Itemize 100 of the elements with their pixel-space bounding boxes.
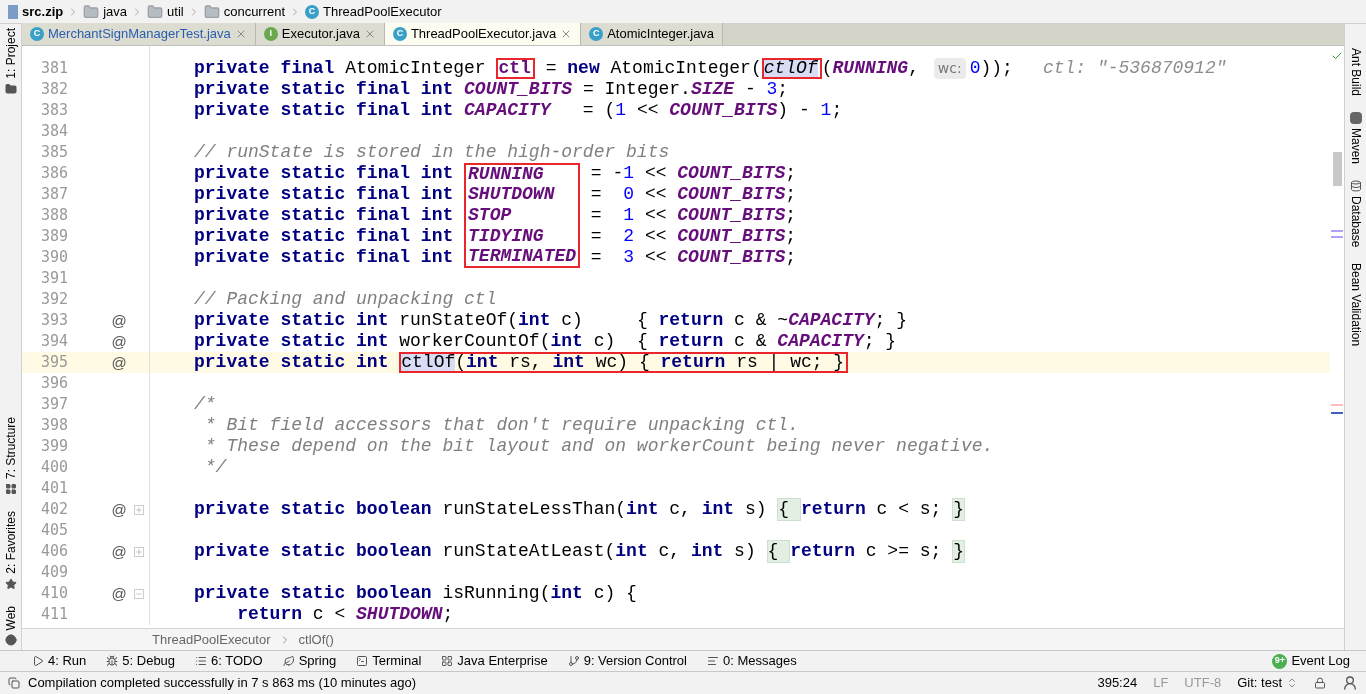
code-constant: SHUTDOWN xyxy=(468,184,555,205)
override-marker[interactable]: @ xyxy=(111,355,127,370)
code-text: ( xyxy=(455,354,467,371)
line-number: 397 xyxy=(39,394,68,416)
code-text: AtomicInteger xyxy=(344,58,487,79)
run-icon xyxy=(32,655,44,667)
tool-window-button[interactable]: 6: TODO xyxy=(195,651,263,671)
code-keyword: private static boolean xyxy=(194,541,432,562)
status-icon[interactable] xyxy=(8,677,20,689)
folder-icon xyxy=(147,3,164,20)
line-number: 405 xyxy=(39,520,68,542)
code-text: = - xyxy=(589,163,624,184)
code-field: ctl xyxy=(498,60,531,77)
editor-tab[interactable]: C AtomicInteger.java xyxy=(581,23,724,45)
override-marker[interactable]: @ xyxy=(111,334,127,349)
tool-window-button[interactable]: Spring xyxy=(282,651,337,671)
code-constant: COUNT_BITS xyxy=(669,100,778,121)
tool-window-button[interactable]: 9: Version Control xyxy=(567,651,687,671)
code-text: c < s; xyxy=(875,499,943,520)
breadcrumb-item[interactable]: ctlOf() xyxy=(298,629,334,650)
error-stripe-mark xyxy=(1331,412,1343,414)
tool-window-tab[interactable]: 2: Favorites xyxy=(0,510,21,590)
fold-plus-icon[interactable] xyxy=(133,546,144,557)
editor-tab[interactable]: C ThreadPoolExecutor.java xyxy=(384,23,582,45)
code-number: 1 xyxy=(615,100,627,121)
code-keyword: private static final int xyxy=(194,79,455,100)
code-keyword: private static final int xyxy=(194,205,455,226)
editor-tab[interactable]: I Executor.java xyxy=(255,23,385,45)
line-number: 410 xyxy=(39,583,68,605)
code-number: 2 xyxy=(623,226,635,247)
nav-crumb[interactable]: java xyxy=(83,1,128,22)
tool-window-tab[interactable]: Ant Build xyxy=(1346,48,1365,97)
code-text: = Integer. xyxy=(581,79,691,100)
code-constant: TIDYING xyxy=(468,226,544,247)
code-text: = xyxy=(589,184,603,205)
error-stripe-mark xyxy=(1331,230,1343,232)
code-text: c, xyxy=(657,541,682,562)
code-comment: * These depend on the bit layout and on workerCount being never negative. xyxy=(203,436,994,457)
code-number: 1 xyxy=(623,163,635,184)
override-marker[interactable]: @ xyxy=(111,586,127,601)
fold-plus-icon[interactable] xyxy=(133,504,144,515)
code-text: rs | wc; } xyxy=(735,354,845,371)
code-keyword: int xyxy=(466,354,499,371)
code-text: c < xyxy=(311,604,347,625)
code-text: isRunning( xyxy=(441,583,551,604)
line-number: 383 xyxy=(39,100,68,122)
folded-brace: } xyxy=(952,540,965,563)
nav-crumb[interactable]: C ThreadPoolExecutor xyxy=(305,1,442,22)
tool-window-button[interactable]: 5: Debug xyxy=(106,651,176,671)
code-keyword: int xyxy=(550,583,583,604)
line-number: 395 xyxy=(39,352,68,374)
override-marker[interactable]: @ xyxy=(111,502,127,517)
scrollbar-thumb[interactable] xyxy=(1332,152,1342,186)
code-text: c & xyxy=(733,331,768,352)
code-constant: CAPACITY xyxy=(464,100,551,121)
line-number: 393 xyxy=(39,310,68,332)
breadcrumb-item[interactable]: ThreadPoolExecutor xyxy=(152,629,271,650)
folded-brace: { xyxy=(777,498,801,521)
nav-crumb[interactable]: util xyxy=(147,1,184,22)
inspector-icon[interactable] xyxy=(1342,675,1358,691)
tool-window-tab[interactable]: Bean Validation xyxy=(1346,263,1365,347)
tool-window-button[interactable]: 4: Run xyxy=(32,651,87,671)
enterprise-icon xyxy=(441,655,454,667)
line-number: 381 xyxy=(39,58,68,80)
lock-icon[interactable] xyxy=(1314,677,1326,689)
line-number: 382 xyxy=(39,79,68,101)
code-text: = xyxy=(589,205,603,226)
nav-crumb[interactable]: concurrent xyxy=(203,1,286,22)
tool-window-tab[interactable]: Web xyxy=(0,605,21,646)
line-number: 398 xyxy=(39,415,68,437)
tool-window-tab[interactable]: 1: Project xyxy=(0,28,21,95)
override-marker[interactable]: @ xyxy=(111,313,127,328)
code-text: << xyxy=(643,226,668,247)
tool-window-tab[interactable]: Maven xyxy=(1346,112,1365,165)
debug-icon xyxy=(106,655,119,667)
tool-window-button[interactable]: Java Enterprise xyxy=(441,651,548,671)
error-stripe-mark xyxy=(1331,404,1343,406)
nav-crumb[interactable]: src.zip xyxy=(8,1,64,22)
event-log-button[interactable]: 9+ Event Log xyxy=(1272,651,1350,671)
line-number: 391 xyxy=(39,268,68,290)
class-icon: I xyxy=(263,27,278,41)
tool-window-button[interactable]: 0: Messages xyxy=(707,651,797,671)
caret-position[interactable]: 395:24 xyxy=(1097,673,1138,693)
editor-tab[interactable]: C MerchantSignManagerTest.java xyxy=(22,23,256,45)
tool-window-tab[interactable]: Database xyxy=(1346,180,1365,248)
vcs-branch[interactable]: Git: test xyxy=(1237,673,1298,693)
code-text: c >= s; xyxy=(864,541,943,562)
database-icon xyxy=(1349,180,1362,193)
folded-brace: } xyxy=(952,498,965,521)
tool-window-tab[interactable]: 7: Structure xyxy=(0,416,21,495)
code-text: ( xyxy=(821,58,833,79)
override-marker[interactable]: @ xyxy=(111,544,127,559)
code-text: c) { xyxy=(592,331,649,352)
code-text: = xyxy=(589,247,603,268)
tool-window-button[interactable]: Terminal xyxy=(356,651,422,671)
fold-minus-icon[interactable] xyxy=(133,588,144,599)
code-text: ; xyxy=(785,163,797,184)
code-constant: CAPACITY xyxy=(788,310,875,331)
code-number: 1 xyxy=(623,205,635,226)
line-number: 392 xyxy=(39,289,68,311)
